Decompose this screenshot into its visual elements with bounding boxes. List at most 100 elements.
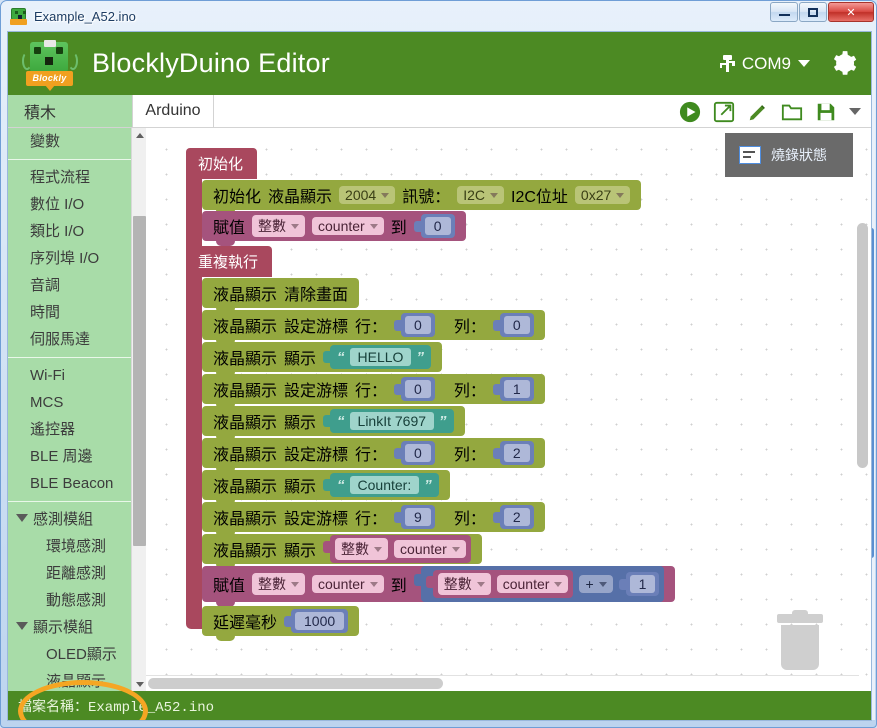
variable-dropdown[interactable]: counter [312,575,384,593]
delay-block[interactable]: 延遲毫秒 1000 [202,606,360,641]
blockly-logo-icon: Blockly [22,39,78,91]
text-block[interactable]: “ Counter: ” [323,473,439,497]
document-icon [739,146,761,164]
workspace-vertical-scrollbar[interactable] [857,223,868,468]
close-button[interactable]: ✕ [828,2,874,22]
number-block[interactable]: 1 [618,572,660,596]
quote-open-icon: “ [337,476,345,494]
row-number-block[interactable]: 0 [394,377,435,401]
col-number-block[interactable]: 1 [492,377,534,401]
gear-icon[interactable] [830,50,857,77]
window-controls: ✕ [770,2,874,22]
workspace-horizontal-scrollbar-thumb[interactable] [148,678,443,689]
lcd-set-cursor-block[interactable]: 液晶顯示 設定游標 行： 0 列： 2 [202,438,545,473]
scroll-up-icon[interactable] [132,128,146,143]
lcd-set-cursor-block[interactable]: 液晶顯示 設定游標 行： 0 列： 1 [202,374,545,409]
tab-blocks[interactable]: 積木 [8,95,132,127]
sidebar-item-remote[interactable]: 遙控器 [8,416,146,443]
minimize-button[interactable] [770,2,798,22]
sidebar-item-mcs[interactable]: MCS [8,389,146,416]
sidebar-item-analog-io[interactable]: 類比 I/O [8,218,146,245]
row-number-block[interactable]: 9 [394,505,435,529]
sidebar-group-sensors[interactable]: 感測模組 [8,506,146,533]
sidebar-item-lcd[interactable]: 液晶顯示 [8,668,146,692]
blockly-workspace[interactable]: 燒錄狀態 初始化 初始化 液晶顯示 2004 訊號： I2C I2C位址 0x2… [146,128,871,692]
number-block[interactable]: 0 [413,214,455,238]
sidebar-item-oled[interactable]: OLED顯示 [8,641,146,668]
open-folder-icon[interactable] [781,101,803,123]
label2: 設定游標 [284,511,349,528]
scroll-down-icon[interactable] [132,677,146,692]
sidebar-item-wifi[interactable]: Wi-Fi [8,362,146,389]
lcd-print-block[interactable]: 液晶顯示 顯示 “ Counter: ” [202,470,450,505]
type-dropdown[interactable]: 整數 [335,538,389,560]
maximize-button[interactable] [799,2,827,22]
burn-status-button[interactable]: 燒錄狀態 [725,133,853,177]
type-dropdown[interactable]: 整數 [252,215,306,237]
blocks-sidebar: 變數 程式流程 數位 I/O 類比 I/O 序列埠 I/O 音調 時間 伺服馬達… [8,128,146,692]
lcd-set-cursor-block[interactable]: 液晶顯示 設定游標 行： 0 列： 0 [202,310,545,345]
triangle-down-icon [16,622,28,630]
row-label: 行： [355,383,388,400]
sidebar-item-serial-io[interactable]: 序列埠 I/O [8,245,146,272]
sidebar-item-ble-beacon[interactable]: BLE Beacon [8,470,146,497]
triangle-down-icon [16,514,28,522]
sidebar-item-motion-sensor[interactable]: 動態感測 [8,587,146,614]
lcd-clear-block[interactable]: 液晶顯示 清除畫面 [202,278,360,313]
run-icon[interactable] [679,101,701,123]
variable-dropdown[interactable]: counter [394,540,466,558]
col-number-block[interactable]: 2 [492,505,534,529]
toolbar-icons [679,95,861,128]
tab-arduino[interactable]: Arduino [132,95,214,127]
variable-value-block[interactable]: 整數 counter [425,570,574,598]
lcd-init-block[interactable]: 初始化 液晶顯示 2004 訊號： I2C I2C位址 0x27 [202,180,642,215]
lcd-print-variable-block[interactable]: 液晶顯示 顯示 整數 counter [202,534,482,569]
edit-pencil-icon[interactable] [747,101,769,123]
lcd-print-block[interactable]: 液晶顯示 顯示 “ LinkIt 7697 ” [202,406,465,441]
increment-counter-block[interactable]: 賦值 整數 counter 到 整數 counter + 1 [202,566,676,607]
sidebar-item-env-sensor[interactable]: 環境感測 [8,533,146,560]
sidebar-scrollbar-thumb[interactable] [133,216,146,546]
label1: 液晶顯示 [213,415,278,432]
row-number-block[interactable]: 0 [394,441,435,465]
sidebar-item-control[interactable]: 程式流程 [8,164,146,191]
sidebar-item-time[interactable]: 時間 [8,299,146,326]
quote-close-icon: ” [424,476,432,494]
sidebar-group-display[interactable]: 顯示模組 [8,614,146,641]
type-dropdown[interactable]: 整數 [252,573,306,595]
sidebar-item-variables[interactable]: 變數 [8,128,146,155]
sidebar-item-digital-io[interactable]: 數位 I/O [8,191,146,218]
port-selector[interactable]: COM9 [719,54,810,74]
variable-dropdown[interactable]: counter [496,575,569,593]
text-block[interactable]: “ HELLO ” [323,345,431,369]
variable-value-block[interactable]: 整數 counter [323,535,471,563]
sidebar-item-ble-peripheral[interactable]: BLE 周邊 [8,443,146,470]
math-arithmetic-block[interactable]: 整數 counter + 1 [413,566,665,602]
operator-dropdown[interactable]: + [579,575,613,593]
lcd-signal-dropdown[interactable]: I2C [457,186,504,204]
trash-icon[interactable] [777,610,823,670]
lcd-addr-dropdown[interactable]: 0x27 [574,186,631,204]
type-dropdown[interactable]: 整數 [437,573,491,595]
variable-dropdown[interactable]: counter [312,217,384,235]
set-counter-block[interactable]: 賦值 整數 counter 到 0 [202,211,466,246]
sidebar-item-tone[interactable]: 音調 [8,272,146,299]
col-number-block[interactable]: 0 [492,313,534,337]
app-title: BlocklyDuino Editor [92,48,330,78]
save-icon[interactable] [815,101,837,123]
toolbar-chevron-down-icon[interactable] [849,108,861,115]
lcd-size-dropdown[interactable]: 2004 [339,186,396,204]
label2: 顯示 [284,415,317,432]
open-external-icon[interactable] [713,101,735,123]
col-number-block[interactable]: 2 [492,441,534,465]
text-block[interactable]: “ LinkIt 7697 ” [323,409,454,433]
sidebar-item-servo[interactable]: 伺服馬達 [8,326,146,353]
setup-hat-block[interactable]: 初始化 [186,148,258,179]
number-block[interactable]: 1000 [283,609,349,633]
lcd-print-block[interactable]: 液晶顯示 顯示 “ HELLO ” [202,342,442,377]
sidebar-item-distance-sensor[interactable]: 距離感測 [8,560,146,587]
row-number-block[interactable]: 0 [394,313,435,337]
lcd-set-cursor-block[interactable]: 液晶顯示 設定游標 行： 9 列： 2 [202,502,545,537]
loop-hat-block[interactable]: 重複執行 [186,246,273,277]
window-title: Example_A52.ino [34,8,136,24]
